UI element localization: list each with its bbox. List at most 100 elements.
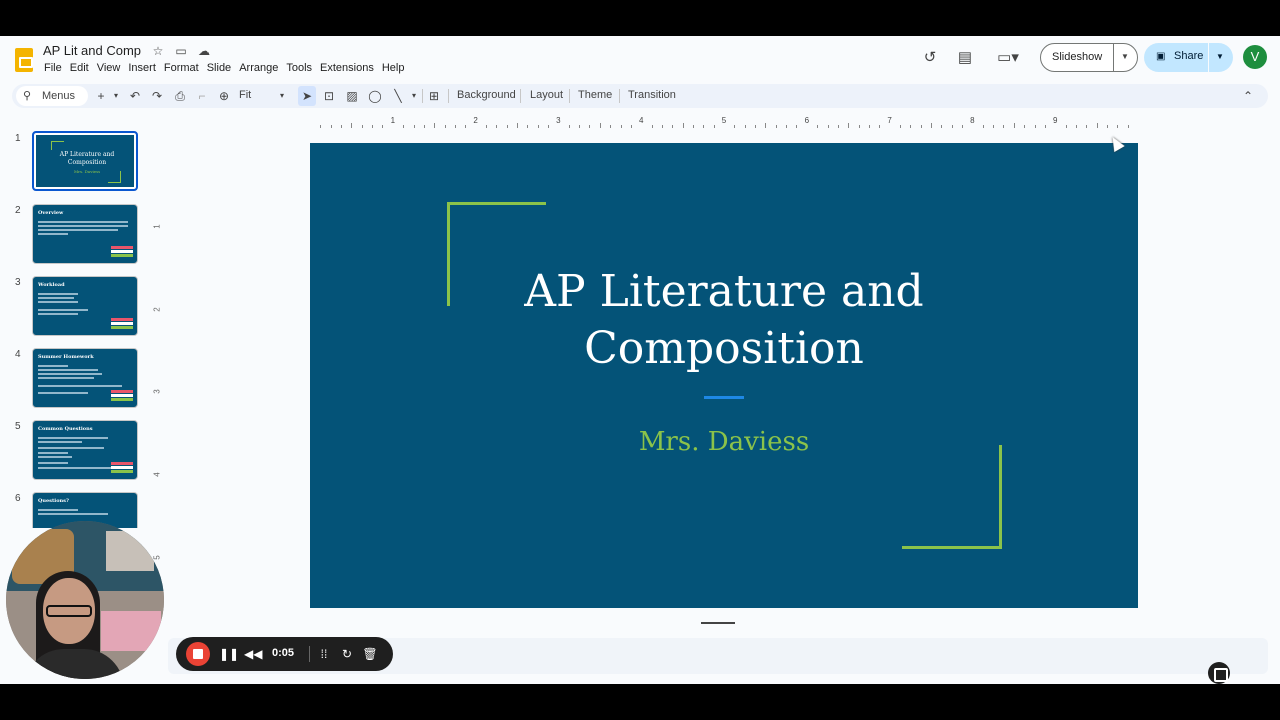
ruler-tick [1065,125,1067,128]
ruler-tick [548,125,550,128]
restart-icon[interactable]: ↻ [339,645,355,663]
undo-icon[interactable]: ↶ [128,88,142,104]
ruler-tick [382,125,384,128]
ruler-tick [496,125,498,128]
layout-button[interactable]: Layout [530,89,563,101]
ruler-tick [941,125,943,128]
transition-button[interactable]: Transition [628,89,676,101]
speaker-notes-drag-handle[interactable] [701,622,735,624]
pause-icon[interactable]: ❚❚ [219,645,239,663]
thumb-text-line [38,513,108,515]
redo-icon[interactable]: ↷ [150,88,164,104]
share-button[interactable]: ▣ Share ▼ [1144,43,1233,72]
chevron-down-icon[interactable]: ▼ [1216,52,1224,61]
thumb-corner [51,141,64,150]
share-label: Share [1174,50,1204,62]
menu-extensions[interactable]: Extensions [320,62,378,74]
image-icon[interactable]: ▨ [345,88,359,104]
chevron-down-icon[interactable]: ▾ [109,88,123,104]
assistant-icon[interactable] [1208,662,1230,684]
slide-title[interactable]: AP Literature and Composition [410,263,1038,377]
thumb-title: Summer Homework [38,354,94,360]
print-icon[interactable]: ⎙ [173,88,187,104]
slide-thumbnail-1[interactable]: AP Literature and Composition Mrs. Davie… [32,131,138,191]
slides-logo-icon[interactable] [15,48,33,72]
text-box-icon[interactable]: ⊡ [322,88,336,104]
background-button[interactable]: Background [457,89,516,101]
books-image [111,245,133,259]
theme-button[interactable]: Theme [578,89,612,101]
zoom-icon[interactable]: ⊕ [217,88,231,104]
menu-help[interactable]: Help [382,62,409,74]
ruler-tick [1127,125,1129,128]
stop-recording-button[interactable] [186,642,210,666]
chevron-down-icon[interactable]: ▾ [407,88,421,104]
grid-icon[interactable]: ⁞⁞ [316,645,332,663]
thumb-text-line [38,392,88,394]
menu-arrange[interactable]: Arrange [239,62,282,74]
version-history-icon[interactable]: ↺ [921,49,939,67]
slide-thumbnail-3[interactable]: Workload [32,276,138,336]
shape-icon[interactable]: ◯ [368,88,382,104]
toolbar-divider [422,89,423,103]
ruler-tick [465,125,467,128]
slide-subtitle[interactable]: Mrs. Daviess [510,427,938,457]
ruler-number: 1 [152,224,162,229]
collapse-toolbar-icon[interactable]: ⌃ [1241,88,1255,104]
ruler-tick [848,123,850,128]
ruler-tick [817,125,819,128]
ruler-tick [610,125,612,128]
ruler-tick [1044,125,1046,128]
thumb-text-line [38,221,128,223]
slideshow-button[interactable]: Slideshow ▼ [1040,43,1138,72]
trash-icon[interactable]: 🗑 [362,645,378,663]
slideshow-label: Slideshow [1052,51,1103,63]
ruler-tick [413,125,415,128]
title-divider[interactable] [704,396,744,399]
menu-slide[interactable]: Slide [207,62,235,74]
zoom-select[interactable]: Fit [239,89,251,101]
menu-file[interactable]: File [44,62,66,74]
slideshow-divider [1113,44,1114,71]
new-slide-icon[interactable]: + [94,88,108,104]
slide-canvas[interactable]: AP Literature and Composition Mrs. Davie… [310,143,1138,608]
slide-thumbnail-4[interactable]: Summer Homework [32,348,138,408]
slide-thumbnail-2[interactable]: Overview [32,204,138,264]
menu-insert[interactable]: Insert [128,62,160,74]
document-title[interactable]: AP Lit and Comp [43,43,141,58]
webcam-wall-art [106,531,154,571]
slides-app: AP Lit and Comp ☆ ▭ ☁ File Edit View Ins… [0,36,1280,702]
star-icon[interactable]: ☆ [151,44,165,58]
avatar[interactable]: V [1243,45,1267,69]
thumb-title: Common Questions [38,426,93,432]
webcam-bubble[interactable] [6,521,164,679]
select-tool-button[interactable]: ➤ [298,86,316,106]
thumb-text-line [38,301,78,303]
move-folder-icon[interactable]: ▭ [174,44,188,58]
ruler-tick [982,125,984,128]
meet-camera-icon[interactable]: ▭▾ [994,49,1022,67]
chevron-down-icon[interactable]: ▼ [1121,52,1129,61]
thumb-title: AP Literature and Composition [59,151,115,166]
menu-edit[interactable]: Edit [70,62,93,74]
line-icon[interactable]: ╲ [391,88,405,104]
add-comment-icon[interactable]: ⊞ [427,88,441,104]
comments-icon[interactable]: ▤ [956,49,974,67]
ruler-tick [651,125,653,128]
menu-view[interactable]: View [97,62,125,74]
menu-format[interactable]: Format [164,62,203,74]
ruler-tick [1024,125,1026,128]
ruler-tick [1013,123,1015,128]
slide-thumbnail-5[interactable]: Common Questions [32,420,138,480]
ruler-tick [589,125,591,128]
ruler-tick [341,125,343,128]
menu-tools[interactable]: Tools [286,62,316,74]
slide-number: 2 [15,205,21,216]
horizontal-ruler[interactable]: 1 2 3 4 5 6 7 8 9 [310,116,1138,128]
corner-decoration-bottom-right[interactable] [902,445,1002,549]
paint-format-icon[interactable]: ⌐ [195,88,209,104]
menus-search[interactable]: ⚲ Menus [16,86,88,106]
rewind-icon[interactable]: ◀◀ [244,645,262,663]
chevron-down-icon[interactable]: ▾ [275,88,289,104]
cloud-status-icon[interactable]: ☁ [197,44,211,58]
